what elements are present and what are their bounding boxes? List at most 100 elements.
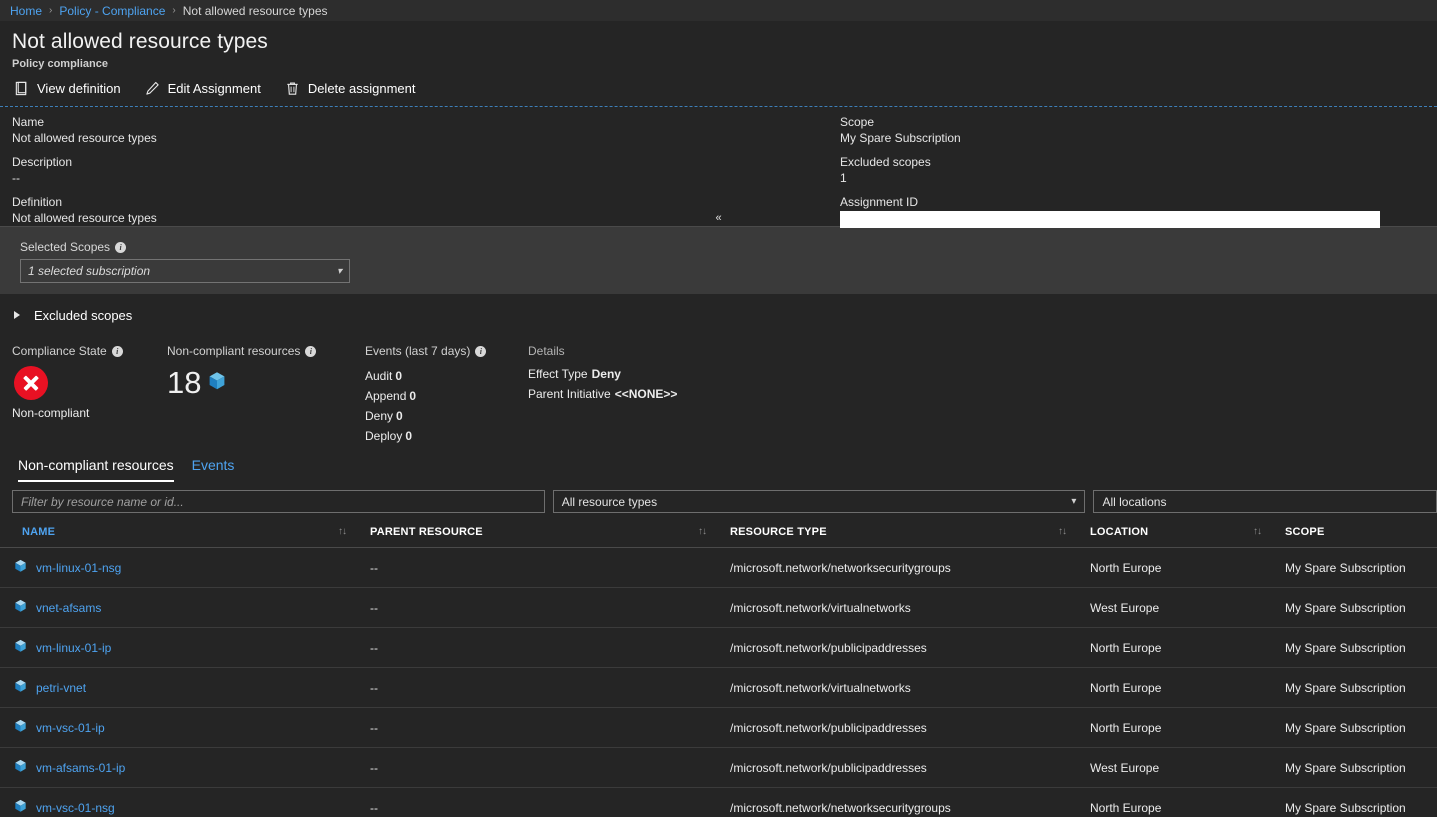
resource-cube-icon — [14, 639, 27, 656]
cell-name: vm-afsams-01-ip — [0, 747, 370, 788]
edit-assignment-button[interactable]: Edit Assignment — [145, 80, 261, 97]
filter-bar: All resource types ▾ All locations — [0, 482, 1437, 513]
chevron-down-icon: ▾ — [1071, 496, 1077, 507]
selected-scopes-dropdown[interactable]: 1 selected subscription ▾ — [20, 259, 350, 283]
tab-non-compliant-resources[interactable]: Non-compliant resources — [18, 457, 174, 482]
table-row[interactable]: vm-afsams-01-ip --/microsoft.network/publ… — [0, 747, 1437, 788]
event-value: 0 — [395, 369, 403, 383]
selected-scopes-label-text: Selected Scopes — [20, 240, 111, 254]
table-row[interactable]: petri-vnet --/microsoft.network/virtualne… — [0, 667, 1437, 708]
info-value: -- — [12, 171, 20, 185]
resource-name-link[interactable]: vm-linux-01-ip — [36, 641, 111, 655]
column-header-parent-resource[interactable]: PARENT RESOURCE ↑↓ — [370, 513, 730, 548]
sort-icon[interactable]: ↑↓ — [338, 526, 347, 537]
resource-name-link[interactable]: vm-afsams-01-ip — [36, 761, 125, 775]
cell-scope: My Spare Subscription — [1285, 787, 1437, 817]
cell-location: North Europe — [1090, 627, 1285, 668]
resource-type-filter-value: All resource types — [561, 494, 658, 509]
compliance-state-card: Compliance State i Non-compliant — [12, 344, 167, 446]
column-header-name[interactable]: NAME ↑↓ — [0, 513, 370, 548]
resource-name-link[interactable]: vm-vsc-01-ip — [36, 721, 105, 735]
cell-location: West Europe — [1090, 587, 1285, 628]
excluded-scopes-expander[interactable]: Excluded scopes — [0, 294, 1437, 336]
resource-name-link[interactable]: vm-vsc-01-nsg — [36, 801, 115, 815]
excluded-scopes-label: Excluded scopes — [34, 307, 133, 323]
event-value: 0 — [405, 429, 413, 443]
collapse-panel-button[interactable]: « — [0, 213, 1437, 224]
cell-resource-type: /microsoft.network/publicipaddresses — [730, 707, 1090, 748]
event-label: Audit — [365, 369, 393, 383]
info-icon[interactable]: i — [111, 345, 123, 357]
non-compliant-resources-card: Non-compliant resources i 18 — [167, 344, 365, 446]
non-compliant-resources-table: NAME ↑↓ PARENT RESOURCE ↑↓ RESOURCE TYPE… — [0, 513, 1437, 817]
search-input[interactable] — [12, 490, 545, 513]
table-row[interactable]: vnet-afsams --/microsoft.network/virtualn… — [0, 587, 1437, 628]
document-icon — [14, 81, 29, 96]
table-row[interactable]: vm-linux-01-nsg --/microsoft.network/netw… — [0, 547, 1437, 588]
cell-location: North Europe — [1090, 787, 1285, 817]
detail-value: Deny — [591, 367, 621, 381]
event-label: Deploy — [365, 429, 403, 443]
cell-resource-type: /microsoft.network/virtualnetworks — [730, 587, 1090, 628]
sort-icon[interactable]: ↑↓ — [698, 526, 707, 537]
cell-resource-type: /microsoft.network/publicipaddresses — [730, 747, 1090, 788]
page-subtitle: Policy compliance — [12, 58, 108, 70]
cell-parent-resource: -- — [370, 707, 730, 748]
breadcrumb-item-current: Not allowed resource types — [182, 3, 328, 18]
cell-scope: My Spare Subscription — [1285, 747, 1437, 788]
resource-cube-icon — [14, 799, 27, 816]
resource-name-link[interactable]: vnet-afsams — [36, 601, 101, 615]
location-filter-dropdown[interactable]: All locations — [1093, 490, 1437, 513]
view-definition-button[interactable]: View definition — [14, 80, 121, 97]
resource-cube-icon — [14, 759, 27, 776]
sort-icon[interactable]: ↑↓ — [1058, 526, 1067, 537]
pencil-icon — [145, 81, 160, 96]
info-icon[interactable]: i — [305, 345, 317, 357]
cell-resource-type: /microsoft.network/networksecuritygroups — [730, 547, 1090, 588]
cell-scope: My Spare Subscription — [1285, 587, 1437, 628]
info-label: Excluded scopes — [840, 155, 931, 169]
selected-scopes-label: Selected Scopes i — [20, 240, 1425, 254]
delete-assignment-button[interactable]: Delete assignment — [285, 80, 415, 97]
resource-name-link[interactable]: petri-vnet — [36, 681, 86, 695]
cell-name: vm-vsc-01-ip — [0, 707, 370, 748]
info-value: 1 — [840, 171, 847, 185]
breadcrumb-item-policy-compliance[interactable]: Policy - Compliance — [59, 4, 165, 18]
table-row[interactable]: vm-vsc-01-nsg --/microsoft.network/networ… — [0, 787, 1437, 817]
compliance-state-heading-text: Compliance State — [12, 344, 107, 358]
info-label: Definition — [12, 195, 63, 209]
chevron-right-icon — [14, 311, 20, 319]
command-bar: View definition Edit Assignment Delete a… — [0, 70, 1437, 106]
event-row-append: Append 0 — [365, 386, 528, 406]
table-row[interactable]: vm-vsc-01-ip --/microsoft.network/publici… — [0, 707, 1437, 748]
column-header-parent-resource-label: PARENT RESOURCE — [370, 526, 483, 538]
location-filter-value: All locations — [1102, 494, 1167, 509]
column-header-location[interactable]: LOCATION ↑↓ — [1090, 513, 1285, 548]
resource-type-filter-dropdown[interactable]: All resource types ▾ — [552, 490, 1086, 513]
info-label: Scope — [840, 115, 875, 129]
tab-events[interactable]: Events — [192, 457, 235, 482]
detail-value: <<NONE>> — [614, 387, 678, 401]
column-header-name-label: NAME — [22, 526, 56, 538]
info-icon[interactable]: i — [475, 345, 487, 357]
cell-name: vnet-afsams — [0, 587, 370, 628]
details-heading: Details — [528, 344, 565, 358]
column-header-resource-type[interactable]: RESOURCE TYPE ↑↓ — [730, 513, 1090, 548]
cell-scope: My Spare Subscription — [1285, 667, 1437, 708]
breadcrumb-item-home[interactable]: Home — [10, 4, 42, 18]
table-row[interactable]: vm-linux-01-ip --/microsoft.network/publi… — [0, 627, 1437, 668]
cell-parent-resource: -- — [370, 787, 730, 817]
assignment-info-panel: Name Not allowed resource types Descript… — [0, 106, 1437, 228]
cell-location: North Europe — [1090, 667, 1285, 708]
column-header-scope[interactable]: SCOPE — [1285, 513, 1437, 548]
sort-icon[interactable]: ↑↓ — [1253, 526, 1262, 537]
cell-name: vm-vsc-01-nsg — [0, 787, 370, 817]
non-compliant-resources-heading-text: Non-compliant resources — [167, 344, 301, 358]
compliance-summary: Compliance State i Non-compliant Non-com… — [0, 336, 1437, 446]
resource-name-link[interactable]: vm-linux-01-nsg — [36, 561, 121, 575]
info-icon[interactable]: i — [115, 241, 127, 253]
table-header: NAME ↑↓ PARENT RESOURCE ↑↓ RESOURCE TYPE… — [0, 513, 1437, 548]
details-card: Details Effect Type Deny Parent Initiativ… — [528, 344, 677, 446]
non-compliant-count: 18 — [167, 365, 202, 400]
content-tabs: Non-compliant resources Events — [0, 452, 1437, 482]
